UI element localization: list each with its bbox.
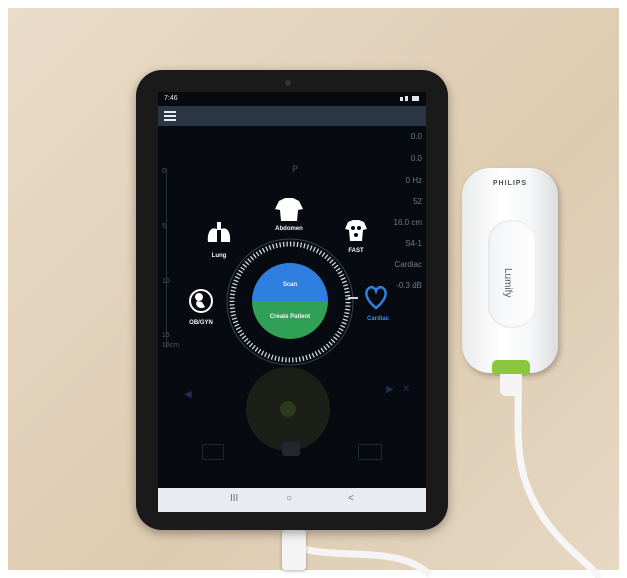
android-navbar: III ○ <: [158, 488, 426, 512]
param-value: S4-1: [405, 239, 422, 248]
home-button[interactable]: ○: [286, 493, 292, 504]
usb-cable: [298, 544, 433, 578]
depth-label: 10: [162, 278, 170, 285]
probe-grip-panel: Lumify: [488, 220, 536, 328]
battery-icon: [400, 96, 419, 101]
obgyn-icon[interactable]: [188, 288, 214, 314]
param-value: 0.0: [410, 154, 422, 163]
preset-abdomen-label[interactable]: Abdomen: [266, 226, 312, 232]
depth-label: 15: [162, 332, 170, 339]
probe-strain-relief: [500, 374, 522, 396]
app-header: [158, 106, 426, 126]
scan-button-label: Scan: [282, 282, 298, 288]
depth-axis: [166, 168, 167, 348]
header-badge: P: [292, 164, 299, 174]
arrow-left-icon[interactable]: ◀: [184, 389, 192, 400]
preset-cardiac-label[interactable]: Cardiac: [360, 316, 396, 322]
depth-label: 5: [162, 223, 166, 230]
status-icons: [398, 95, 420, 101]
param-value: 52: [413, 197, 422, 206]
param-value: -0.3 dB: [396, 281, 422, 290]
probe-brand-label: PHILIPS: [492, 180, 528, 187]
review-icon[interactable]: [358, 444, 382, 460]
probe-model-label: Lumify: [502, 268, 513, 298]
abdomen-icon[interactable]: [273, 195, 305, 223]
status-time: 7:46: [164, 95, 178, 102]
keyboard-icon[interactable]: [202, 444, 224, 460]
dial-marker: [348, 297, 358, 299]
param-value: 0.0: [410, 132, 422, 141]
ultrasound-probe: PHILIPS Lumify: [462, 168, 558, 373]
camera-icon[interactable]: [282, 442, 300, 456]
heart-icon[interactable]: [364, 282, 388, 310]
expand-icon[interactable]: ✕: [402, 384, 410, 395]
photo-scene: 7:46 0.0 0.0 0 Hz 52 16.0 cm S4-1 Cardia…: [0, 0, 627, 578]
back-button[interactable]: <: [348, 493, 354, 504]
depth-label: 0: [162, 168, 166, 175]
param-value: 16.0 cm: [393, 218, 422, 227]
freeze-control[interactable]: [246, 367, 330, 451]
param-value: Cardiac: [394, 260, 422, 269]
front-camera: [285, 80, 291, 86]
arrow-right-icon[interactable]: ▶: [386, 384, 394, 395]
probe-cable: [514, 377, 603, 578]
depth-label: 16cm: [162, 342, 180, 349]
usb-connector: [282, 530, 306, 570]
param-value: 0 Hz: [405, 176, 422, 185]
preset-obgyn-label[interactable]: OB/GYN: [184, 320, 218, 326]
create-patient-label: Create Patient: [269, 314, 311, 320]
freeze-icon: [280, 401, 296, 417]
status-bar: 7:46: [158, 92, 426, 106]
recent-apps-button[interactable]: III: [230, 493, 238, 504]
menu-icon[interactable]: [164, 110, 176, 122]
tablet-screen: 7:46 0.0 0.0 0 Hz 52 16.0 cm S4-1 Cardia…: [158, 92, 426, 512]
